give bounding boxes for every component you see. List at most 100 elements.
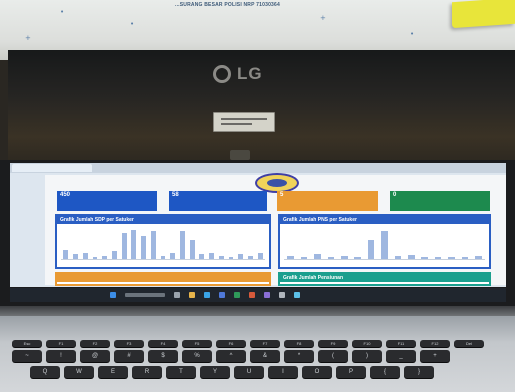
edge-icon[interactable]: [204, 292, 210, 298]
file-explorer-icon[interactable]: [189, 292, 195, 298]
keyboard-key[interactable]: +: [420, 350, 450, 362]
excel-icon[interactable]: [234, 292, 240, 298]
keyboard-key[interactable]: F5: [182, 340, 212, 347]
keyboard-key[interactable]: ~: [12, 350, 42, 362]
keyboard-key[interactable]: $: [148, 350, 178, 362]
chart-panel-pensiunan: Grafik Jumlah Pensiunan: [278, 272, 491, 286]
kpi-value: 5: [280, 192, 284, 198]
keyboard-key[interactable]: Del: [454, 340, 484, 347]
keyboard-key[interactable]: (: [318, 350, 348, 362]
chart-panel-pns: Grafik Jumlah PNS per Satuker: [278, 214, 491, 269]
panel-title: Grafik Jumlah Pensiunan: [280, 274, 489, 282]
kpi-value: 0: [393, 192, 397, 198]
laptop-screen: 450 58 5 0 Grafik Jumlah SDP per Satuker…: [10, 163, 506, 287]
wall-mark: +: [25, 34, 31, 42]
keyboard-key[interactable]: {: [370, 366, 400, 378]
keyboard-key[interactable]: F11: [386, 340, 416, 347]
wall-mark: •: [60, 8, 65, 16]
keyboard-key[interactable]: F3: [114, 340, 144, 347]
search-box[interactable]: [125, 293, 165, 297]
keyboard-qwerty-row: Q W E R T Y U I O P {}: [30, 366, 434, 378]
browser-tab[interactable]: [12, 164, 92, 172]
chart-bar: [189, 240, 195, 259]
keyboard-key[interactable]: F8: [284, 340, 314, 347]
keyboard-key[interactable]: Y: [200, 366, 230, 378]
laptop-base: Esc F1 F2 F3 F4 F5 F6 F7 F8 F9 F10 F11 F12 Del ~! @ # $%…: [0, 316, 515, 392]
start-icon[interactable]: [110, 292, 116, 298]
keyboard-key[interactable]: @: [80, 350, 110, 362]
app-icon[interactable]: [294, 292, 300, 298]
app-icon[interactable]: [264, 292, 270, 298]
keyboard-key[interactable]: Q: [30, 366, 60, 378]
wall-mark: +: [320, 14, 326, 22]
chart-bar: [112, 251, 117, 259]
chart-bar: [367, 240, 375, 259]
wall-banner-text: ...SURANG BESAR POLISI NRP 71030364: [175, 2, 280, 8]
keyboard-key[interactable]: *: [284, 350, 314, 362]
keyboard-key[interactable]: !: [46, 350, 76, 362]
police-emblem-icon: [255, 173, 299, 193]
monitor-label-sticker: [213, 112, 275, 132]
panel-title: Grafik Jumlah PNS per Satuker: [280, 216, 489, 224]
lg-circle-icon: [213, 65, 231, 83]
keyboard-key[interactable]: ^: [216, 350, 246, 362]
keyboard-key[interactable]: T: [166, 366, 196, 378]
keyboard-key[interactable]: F7: [250, 340, 280, 347]
task-view-icon[interactable]: [174, 292, 180, 298]
keyboard-key[interactable]: I: [268, 366, 298, 378]
keyboard-key[interactable]: }: [404, 366, 434, 378]
kpi-value: 58: [172, 192, 179, 198]
keyboard-key[interactable]: %: [182, 350, 212, 362]
keyboard-key[interactable]: _: [386, 350, 416, 362]
lg-logo: LG: [213, 64, 263, 84]
monitor-brand: LG: [237, 64, 263, 83]
keyboard-function-row: Esc F1 F2 F3 F4 F5 F6 F7 F8 F9 F10 F11 F12 Del: [12, 340, 484, 347]
chrome-icon[interactable]: [249, 292, 255, 298]
keyboard-key[interactable]: P: [336, 366, 366, 378]
keyboard-key[interactable]: E: [98, 366, 128, 378]
keyboard-number-row: ~! @ # $% ^ & * () _ +: [12, 350, 450, 362]
kpi-card[interactable]: 58: [169, 191, 267, 211]
keyboard-key[interactable]: F4: [148, 340, 178, 347]
bar-chart: [284, 228, 485, 259]
keyboard-key[interactable]: &: [250, 350, 280, 362]
panel-title: Grafik Jumlah SDP per Satuker: [57, 216, 269, 224]
word-icon[interactable]: [219, 292, 225, 298]
chart-panel-sdp: Grafik Jumlah SDP per Satuker: [55, 214, 271, 269]
wall-mark: •: [130, 20, 135, 28]
chart-bar: [63, 249, 69, 259]
keyboard-key[interactable]: ): [352, 350, 382, 362]
keyboard-key[interactable]: W: [64, 366, 94, 378]
chart-bar: [381, 231, 388, 259]
chart-bar: [131, 229, 137, 259]
chart-bar: [121, 232, 127, 259]
kpi-value: 450: [60, 192, 71, 198]
chart-panel-orange: [55, 272, 271, 286]
wall-sign: [452, 0, 515, 29]
keyboard-key[interactable]: F2: [80, 340, 110, 347]
keyboard-key[interactable]: O: [302, 366, 332, 378]
app-icon[interactable]: [279, 292, 285, 298]
keyboard-key[interactable]: U: [234, 366, 264, 378]
monitor-stand: [230, 150, 250, 160]
browser-tab-bar[interactable]: [10, 163, 506, 173]
kpi-card[interactable]: 0: [390, 191, 490, 211]
chart-bar: [141, 235, 146, 259]
bar-chart: [61, 228, 265, 259]
keyboard-key[interactable]: F9: [318, 340, 348, 347]
keyboard-key[interactable]: Esc: [12, 340, 42, 347]
wall-mark: •: [410, 30, 415, 38]
keyboard-key[interactable]: F10: [352, 340, 382, 347]
panel-title: [57, 274, 269, 282]
chart-bar: [150, 231, 156, 259]
keyboard-key[interactable]: F6: [216, 340, 246, 347]
keyboard-key[interactable]: F1: [46, 340, 76, 347]
kpi-card[interactable]: 450: [57, 191, 157, 211]
chart-axis: [284, 259, 485, 260]
keyboard-key[interactable]: #: [114, 350, 144, 362]
keyboard-key[interactable]: R: [132, 366, 162, 378]
monitor: LG: [8, 50, 515, 166]
kpi-card[interactable]: 5: [277, 191, 378, 211]
dashboard-page: 450 58 5 0 Grafik Jumlah SDP per Satuker…: [45, 173, 506, 286]
keyboard-key[interactable]: F12: [420, 340, 450, 347]
